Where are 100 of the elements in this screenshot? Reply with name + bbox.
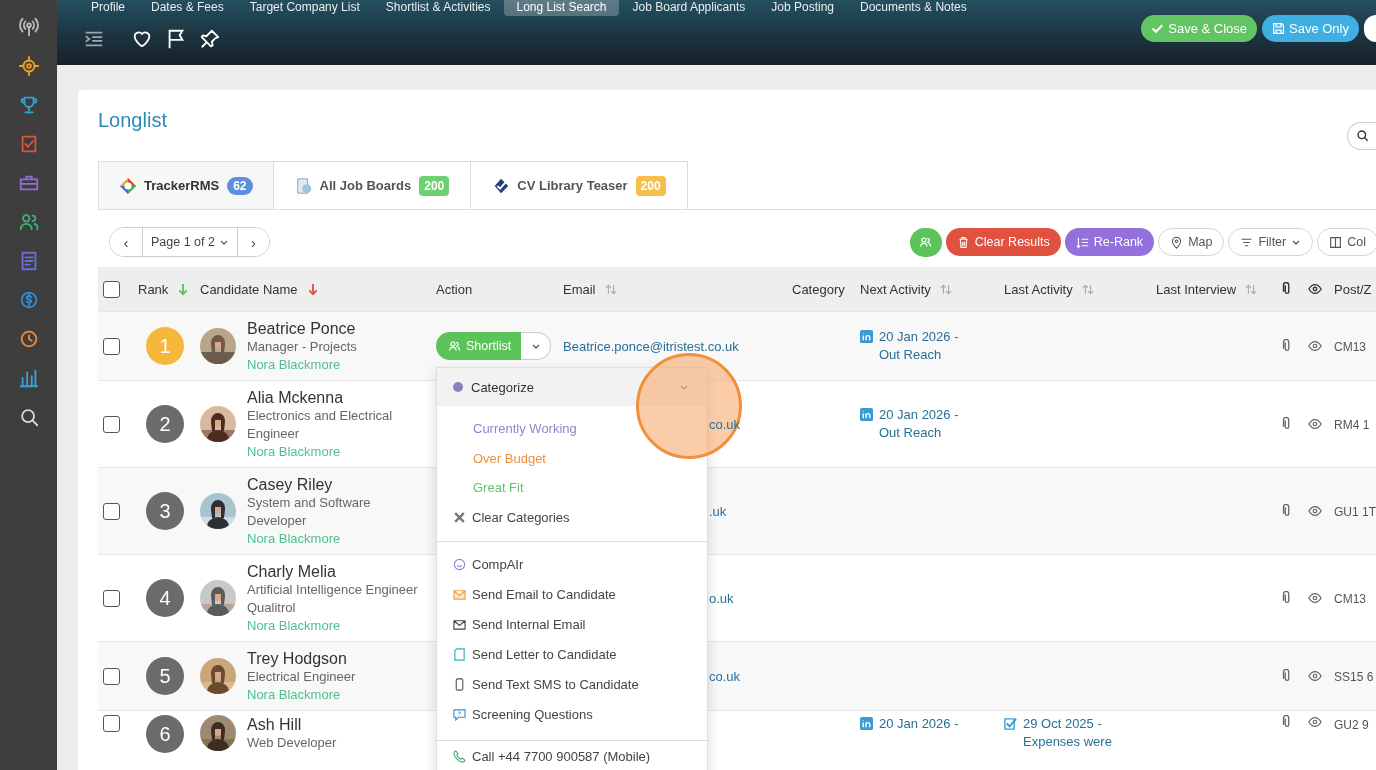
rank-badge: 3 bbox=[146, 492, 184, 530]
nav-tab[interactable]: Target Company List bbox=[237, 0, 372, 16]
eye-icon[interactable] bbox=[1308, 339, 1322, 353]
menu-item[interactable]: Screening Questions bbox=[472, 707, 593, 722]
email-link[interactable]: o.uk bbox=[709, 591, 734, 606]
eye-icon bbox=[1308, 282, 1322, 296]
rerank-button[interactable]: Re-Rank bbox=[1064, 228, 1155, 256]
row-checkbox[interactable] bbox=[103, 502, 120, 520]
menu-item[interactable]: Send Email to Candidate bbox=[472, 587, 616, 602]
linkedin-icon bbox=[860, 717, 873, 730]
job-title: System and Software Developer bbox=[247, 494, 372, 530]
search-button[interactable] bbox=[1347, 122, 1376, 150]
menu-item[interactable]: Send Text SMS to Candidate bbox=[472, 677, 639, 692]
eye-icon[interactable] bbox=[1308, 591, 1322, 605]
people-icon[interactable] bbox=[17, 211, 40, 233]
email-link[interactable]: Beatrice.ponce@itristest.co.uk bbox=[563, 339, 739, 354]
nav-tab[interactable]: Documents & Notes bbox=[848, 0, 979, 16]
clear-button[interactable]: Clear Results bbox=[945, 228, 1061, 256]
filter-button[interactable]: Filter bbox=[1228, 228, 1314, 256]
eye-icon[interactable] bbox=[1308, 417, 1322, 431]
menu-item[interactable]: Send Internal Email bbox=[472, 617, 586, 632]
nav-tab[interactable]: Shortlist & Activities bbox=[373, 0, 503, 16]
source-tab[interactable]: CV Library Teaser 200 bbox=[470, 161, 688, 209]
select-all-checkbox[interactable] bbox=[103, 280, 120, 298]
column-header[interactable]: Email bbox=[563, 281, 596, 297]
ranked-list-icon bbox=[1075, 235, 1089, 249]
map-pin-icon bbox=[1170, 235, 1184, 249]
phone-icon bbox=[453, 750, 466, 763]
bar-chart-icon[interactable] bbox=[17, 367, 40, 389]
menu-item[interactable]: CompAIr bbox=[472, 557, 524, 572]
activity-link[interactable]: 29 Oct 2025 - Expenses were bbox=[1023, 715, 1124, 751]
postcode: RM4 1 bbox=[1334, 418, 1370, 432]
eye-icon[interactable] bbox=[1308, 715, 1322, 729]
question-bubble-icon bbox=[453, 708, 466, 721]
sort-down-icon[interactable] bbox=[306, 282, 319, 296]
checkmark-logo-icon bbox=[492, 176, 511, 195]
candidate-name[interactable]: Alia Mckenna bbox=[247, 388, 344, 407]
mobile-phone-icon bbox=[453, 678, 466, 691]
email-link[interactable]: co.uk bbox=[709, 417, 741, 432]
column-header[interactable]: Last Activity bbox=[1004, 281, 1073, 297]
row-checkbox[interactable] bbox=[103, 667, 120, 685]
nav-tab[interactable]: Dates & Fees bbox=[139, 0, 236, 16]
map-button[interactable]: Map bbox=[1158, 228, 1225, 256]
count-badge: 62 bbox=[227, 176, 253, 195]
eye-icon[interactable] bbox=[1308, 504, 1322, 518]
nav-tab[interactable]: Profile bbox=[79, 0, 137, 16]
activity-link[interactable]: 20 Jan 2026 - Out Reach bbox=[879, 406, 980, 442]
activity-link[interactable]: 20 Jan 2026 - Out Reach bbox=[879, 328, 980, 364]
candidate-name[interactable]: Casey Riley bbox=[247, 475, 333, 494]
menu-item[interactable]: Clear Categories bbox=[472, 510, 570, 525]
next-page-button[interactable]: › bbox=[236, 228, 269, 256]
broadcast-icon[interactable] bbox=[17, 16, 40, 38]
nav-tab[interactable]: Long List Search bbox=[504, 0, 619, 16]
row-checkbox[interactable] bbox=[103, 715, 120, 732]
source-tab[interactable]: TrackerRMS 62 bbox=[98, 161, 274, 209]
count-badge: 200 bbox=[419, 175, 450, 196]
row-checkbox[interactable] bbox=[103, 415, 120, 433]
columns-icon bbox=[1329, 235, 1343, 249]
email-link[interactable]: .uk bbox=[709, 504, 727, 519]
postcode: GU1 1T bbox=[1334, 505, 1376, 519]
job-title: Artificial Intelligence Engineer Qualitrol bbox=[247, 581, 419, 617]
rank-badge: 4 bbox=[146, 579, 184, 617]
nav-tab[interactable]: Job Posting bbox=[759, 0, 846, 16]
row-checkbox[interactable] bbox=[103, 589, 120, 607]
category-item[interactable]: Currently Working bbox=[437, 414, 577, 444]
column-header[interactable]: Last Interview bbox=[1156, 281, 1237, 297]
menu-item[interactable]: Call +44 7700 900587 (Mobile) bbox=[472, 749, 651, 764]
check-icon bbox=[1151, 22, 1165, 35]
nav-tab[interactable]: Job Board Applicants bbox=[620, 0, 758, 16]
candidate-name[interactable]: Ash Hill bbox=[247, 715, 302, 734]
envelope-icon bbox=[453, 618, 466, 631]
rank-badge: 1 bbox=[146, 327, 184, 365]
row-checkbox[interactable] bbox=[103, 337, 120, 355]
document-icon bbox=[294, 176, 313, 195]
linkedin-icon bbox=[860, 408, 873, 421]
column-header[interactable]: Category bbox=[792, 281, 845, 297]
postcode: CM13 bbox=[1334, 592, 1366, 606]
candidate-name[interactable]: Trey Hodgson bbox=[247, 649, 347, 668]
postcode: CM13 bbox=[1334, 340, 1366, 354]
column-header[interactable]: Action bbox=[436, 281, 473, 297]
menu-item[interactable]: Send Letter to Candidate bbox=[472, 647, 617, 662]
eye-icon[interactable] bbox=[1308, 669, 1322, 683]
column-header[interactable]: Candidate Name bbox=[200, 281, 298, 297]
dropdown-toggle[interactable] bbox=[521, 332, 552, 360]
column-header[interactable]: Post/Z bbox=[1334, 281, 1372, 297]
chat-icon bbox=[453, 558, 466, 571]
target-icon[interactable] bbox=[17, 55, 40, 77]
job-title: Electrical Engineer bbox=[247, 668, 356, 686]
postcode: GU2 9 bbox=[1334, 718, 1369, 732]
candidate-name[interactable]: Charly Melia bbox=[247, 562, 336, 581]
rank-badge: 5 bbox=[146, 657, 184, 695]
candidate-name[interactable]: Beatrice Ponce bbox=[247, 319, 356, 338]
column-header[interactable]: Rank bbox=[138, 281, 169, 297]
activity-link[interactable]: 20 Jan 2026 - bbox=[879, 715, 959, 733]
letter-icon bbox=[453, 648, 466, 661]
categorize-item[interactable]: Categorize bbox=[437, 368, 707, 406]
column-header[interactable]: Next Activity bbox=[860, 281, 931, 297]
columns-button[interactable]: Col bbox=[1317, 228, 1376, 256]
email-link[interactable]: co.uk bbox=[709, 669, 741, 684]
pin-icon[interactable] bbox=[199, 28, 221, 50]
